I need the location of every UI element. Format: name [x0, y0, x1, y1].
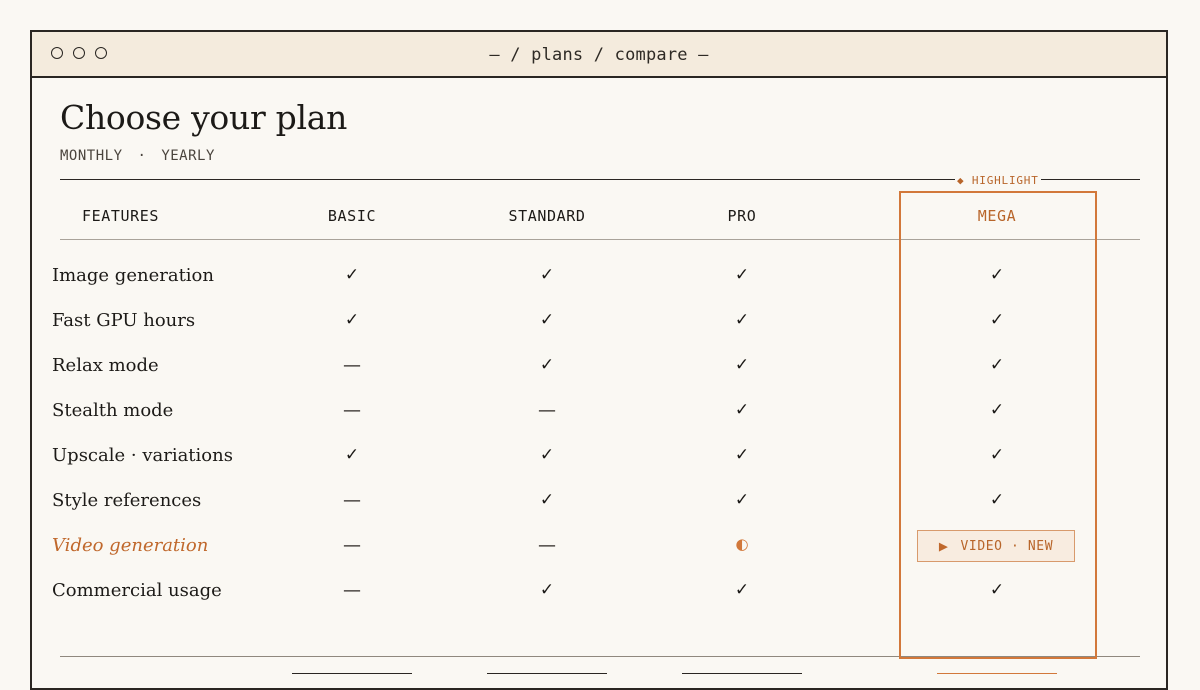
feature-label: Relax mode: [52, 355, 159, 376]
check-icon: ✓: [539, 490, 555, 510]
check-icon: ✓: [989, 355, 1005, 375]
feature-label: Video generation: [52, 535, 209, 556]
check-icon: ✓: [539, 580, 555, 600]
plan-header-basic: BASIC: [327, 207, 377, 225]
dash-icon: —: [343, 580, 361, 601]
page-title: Choose your plan: [60, 98, 348, 137]
dash-icon: —: [343, 355, 361, 376]
highlight-tag: ◆ HIGHLIGHT: [955, 174, 1041, 187]
plan-header-pro: PRO: [727, 207, 757, 225]
plan-header-standard: STANDARD: [508, 207, 586, 225]
check-icon: ✓: [734, 265, 750, 285]
billing-monthly-option[interactable]: MONTHLY: [60, 148, 123, 164]
check-icon: ✓: [734, 580, 750, 600]
check-icon: ✓: [734, 490, 750, 510]
feature-label: Style references: [52, 490, 202, 511]
breadcrumb-path: — / plans / compare —: [489, 45, 709, 65]
feature-label: Image generation: [52, 265, 214, 286]
billing-toggle: MONTHLY · YEARLY: [60, 148, 215, 164]
video-new-badge[interactable]: ▶ VIDEO · NEW: [917, 530, 1075, 562]
play-icon: ▶: [938, 537, 949, 555]
feature-label: Fast GPU hours: [52, 310, 196, 331]
check-icon: ✓: [734, 355, 750, 375]
check-icon: ✓: [989, 490, 1005, 510]
check-icon: ✓: [539, 265, 555, 285]
check-icon: ✓: [539, 355, 555, 375]
check-icon: ✓: [734, 445, 750, 465]
check-icon: ✓: [344, 445, 360, 465]
check-icon: ✓: [989, 580, 1005, 600]
check-icon: ✓: [734, 400, 750, 420]
check-icon: ✓: [539, 445, 555, 465]
dash-icon: —: [343, 535, 361, 556]
check-icon: ✓: [734, 310, 750, 330]
dash-icon: —: [538, 535, 556, 556]
feature-label: Stealth mode: [52, 400, 174, 421]
billing-separator: ·: [137, 148, 147, 164]
half-circle-icon: ◐: [735, 535, 749, 553]
video-badge-label: VIDEO · NEW: [960, 538, 1054, 554]
dash-icon: —: [343, 490, 361, 511]
check-icon: ✓: [344, 310, 360, 330]
feature-label: Commercial usage: [52, 580, 222, 601]
check-icon: ✓: [989, 265, 1005, 285]
check-icon: ✓: [344, 265, 360, 285]
billing-yearly-option[interactable]: YEARLY: [161, 148, 215, 164]
title-bar: — / plans / compare —: [32, 32, 1166, 78]
plan-header-mega: MEGA: [977, 207, 1017, 225]
check-icon: ✓: [989, 400, 1005, 420]
check-icon: ✓: [989, 445, 1005, 465]
dash-icon: —: [343, 400, 361, 421]
features-header: FEATURES: [82, 207, 160, 225]
dash-icon: —: [538, 400, 556, 421]
check-icon: ✓: [539, 310, 555, 330]
feature-label: Upscale · variations: [52, 445, 233, 466]
check-icon: ✓: [989, 310, 1005, 330]
